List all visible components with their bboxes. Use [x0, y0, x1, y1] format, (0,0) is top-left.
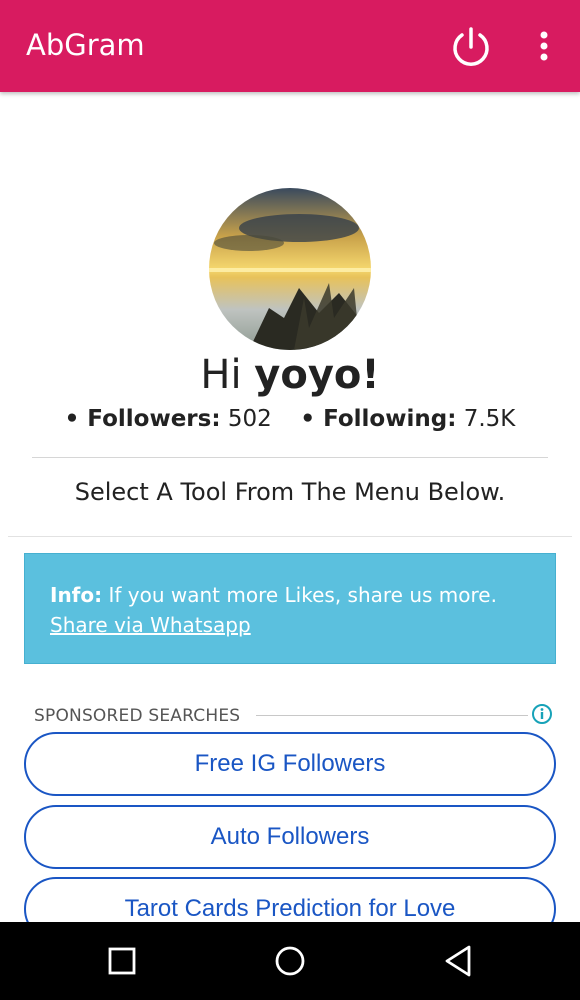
info-banner: Info: If you want more Likes, share us m…: [24, 553, 556, 664]
info-label: Info:: [50, 583, 103, 607]
greeting-prefix: Hi: [200, 352, 255, 398]
divider: [256, 715, 528, 716]
divider: [32, 457, 548, 458]
app-bar: AbGram: [0, 0, 580, 92]
sponsored-search-button[interactable]: Auto Followers: [24, 805, 556, 869]
avatar: [209, 188, 371, 350]
info-circle-icon[interactable]: [531, 703, 553, 725]
info-line: Info: If you want more Likes, share us m…: [50, 580, 530, 610]
instruction-text: Select A Tool From The Menu Below.: [74, 478, 506, 506]
profile-stats: • Followers: 502 • Following: 7.5K: [0, 406, 580, 432]
more-vertical-icon[interactable]: [530, 28, 558, 64]
info-text: If you want more Likes, share us more.: [108, 583, 497, 607]
share-whatsapp-link[interactable]: Share via Whatsapp: [50, 613, 251, 637]
nav-back-icon[interactable]: [443, 944, 473, 978]
sponsored-search-button[interactable]: Free IG Followers: [24, 732, 556, 796]
nav-home-icon[interactable]: [274, 944, 306, 978]
followers-value: 502: [227, 406, 272, 432]
username: yoyo!: [254, 352, 380, 398]
divider: [8, 536, 572, 537]
following-label: • Following:: [300, 406, 457, 432]
app-title: AbGram: [26, 28, 145, 62]
sponsored-label: SPONSORED SEARCHES: [34, 706, 241, 726]
followers-label: • Followers:: [64, 406, 221, 432]
following-value: 7.5K: [463, 406, 516, 432]
greeting: Hi yoyo!: [0, 352, 580, 398]
power-icon[interactable]: [448, 24, 494, 70]
nav-recents-icon[interactable]: [108, 946, 136, 976]
